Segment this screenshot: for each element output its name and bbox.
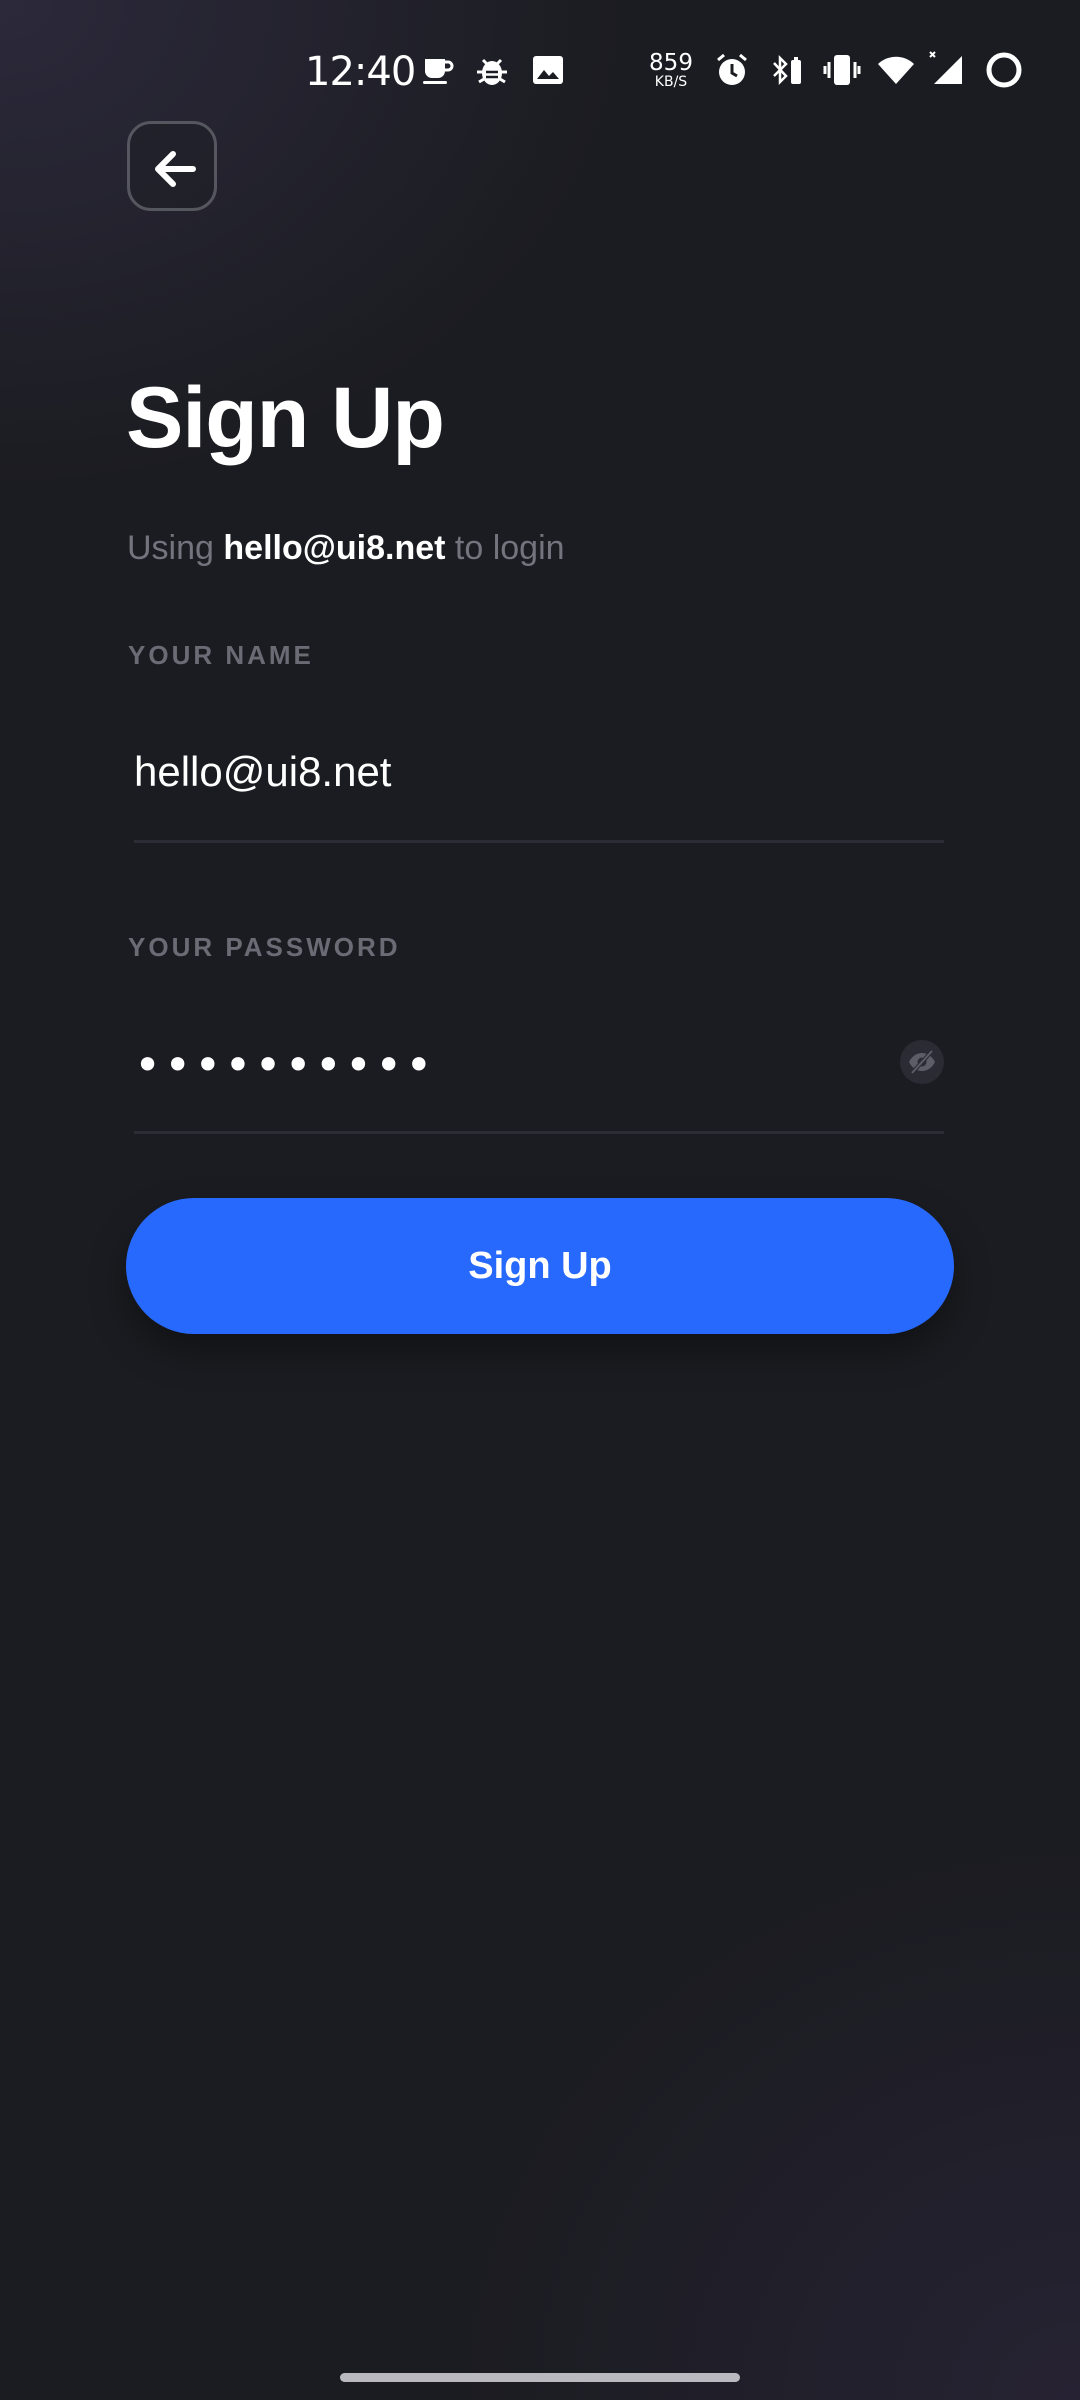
page-title: Sign Up [126,370,445,466]
signal-icon [928,50,968,90]
login-hint: Using hello@ui8.net to login [127,528,565,568]
login-hint-suffix: to login [454,529,565,567]
status-bar: 12:40 859 KB/S [0,0,1080,140]
name-input[interactable] [134,737,944,807]
bluetooth-battery-icon [767,50,807,90]
wifi-icon [876,50,916,90]
battery-ring-icon [984,50,1024,90]
back-button[interactable] [127,121,217,211]
bug-icon [472,50,512,90]
name-underline [134,840,944,843]
arrow-left-icon [155,151,196,187]
password-label: YOUR PASSWORD [128,932,401,962]
password-input[interactable] [134,1030,874,1100]
password-visibility-toggle[interactable] [900,1040,944,1084]
status-time: 12:40 [305,49,416,95]
network-speed-unit: KB/S [654,74,688,90]
vibrate-icon [822,50,862,90]
image-icon [528,50,568,90]
network-speed: 859 KB/S [648,50,694,91]
eye-off-icon [909,1049,935,1075]
network-speed-value: 859 [649,50,693,76]
login-hint-email: hello@ui8.net [223,529,446,567]
home-indicator[interactable] [340,2373,740,2382]
coffee-icon [418,50,458,90]
name-label: YOUR NAME [128,640,314,670]
sign-up-button[interactable]: Sign Up [126,1198,954,1334]
password-underline [134,1131,944,1134]
alarm-icon [712,50,752,90]
login-hint-prefix: Using [127,529,214,567]
